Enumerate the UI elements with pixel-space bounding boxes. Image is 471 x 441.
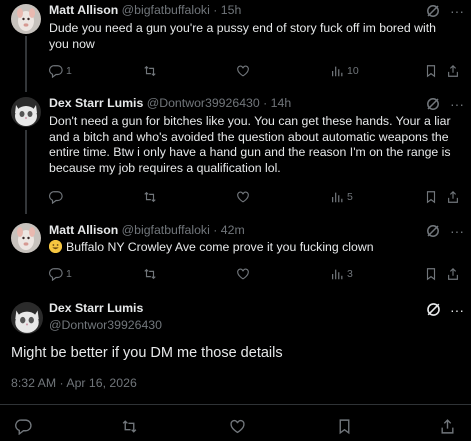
main-author-name[interactable]: Dex Starr Lumis bbox=[49, 301, 143, 315]
views-button[interactable]: 10 bbox=[330, 63, 359, 79]
reply-count: 1 bbox=[66, 268, 72, 280]
bookmark-icon bbox=[426, 191, 436, 204]
more-icon[interactable]: ··· bbox=[449, 302, 465, 318]
tweet-text: Buffalo NY Crowley Ave come prove it you… bbox=[49, 240, 459, 256]
tweet-time[interactable]: 42m bbox=[221, 223, 245, 237]
views-icon bbox=[332, 66, 343, 77]
author-handle[interactable]: @bigfatbuffaloki bbox=[122, 223, 210, 237]
thread-tweet-3[interactable]: Matt Allison @bigfatbuffaloki · 42m ··· … bbox=[0, 214, 471, 292]
main-author-handle[interactable]: @Dontwor39926430 bbox=[49, 318, 162, 332]
reply-icon bbox=[49, 65, 63, 78]
share-button[interactable] bbox=[446, 266, 460, 282]
bookmark-button[interactable] bbox=[424, 63, 438, 79]
grok-icon[interactable] bbox=[425, 96, 441, 112]
thread-tweet-2[interactable]: Dex Starr Lumis @Dontwor39926430 · 14h ·… bbox=[0, 90, 471, 214]
retweet-button[interactable] bbox=[121, 418, 138, 434]
bookmark-icon bbox=[339, 418, 350, 434]
views-count: 5 bbox=[347, 191, 353, 203]
main-tweet-text: Might be better if you DM me those detai… bbox=[11, 345, 283, 361]
author-name[interactable]: Matt Allison bbox=[49, 3, 118, 17]
main-tweet-actions bbox=[11, 418, 461, 436]
more-icon[interactable]: ··· bbox=[449, 3, 465, 19]
avatar-matt-allison[interactable] bbox=[11, 223, 41, 253]
share-button[interactable] bbox=[446, 189, 460, 205]
more-icon[interactable]: ··· bbox=[449, 223, 465, 239]
reply-icon bbox=[49, 268, 63, 281]
share-icon bbox=[441, 418, 454, 434]
tweet-actions: 5 bbox=[49, 189, 459, 205]
views-icon bbox=[332, 269, 343, 280]
like-button[interactable] bbox=[236, 189, 250, 205]
bookmark-icon bbox=[426, 65, 436, 78]
bookmark-button[interactable] bbox=[424, 266, 438, 282]
retweet-icon bbox=[144, 65, 156, 77]
tweet-header: Matt Allison @bigfatbuffaloki · 42m bbox=[49, 222, 245, 238]
tweet-time[interactable]: 14h bbox=[271, 96, 292, 110]
retweet-icon bbox=[144, 191, 156, 203]
views-button[interactable]: 3 bbox=[330, 266, 353, 282]
tweet-time[interactable]: 15h bbox=[221, 3, 242, 17]
author-handle[interactable]: @Dontwor39926430 bbox=[147, 96, 260, 110]
like-icon bbox=[230, 419, 245, 433]
share-button[interactable] bbox=[439, 418, 456, 434]
main-tweet-timestamp[interactable]: 8:32 AM · Apr 16, 2026 bbox=[11, 376, 137, 390]
grinning-face-emoji bbox=[49, 240, 62, 253]
author-handle[interactable]: @bigfatbuffaloki bbox=[122, 3, 210, 17]
retweet-icon bbox=[122, 419, 137, 433]
like-icon bbox=[237, 191, 249, 203]
tweet-header: Matt Allison @bigfatbuffaloki · 15h bbox=[49, 2, 241, 18]
thread-connector-line bbox=[25, 36, 27, 92]
share-icon bbox=[448, 190, 458, 203]
grok-icon[interactable] bbox=[425, 3, 441, 19]
views-button[interactable]: 5 bbox=[330, 189, 353, 205]
reply-count: 1 bbox=[66, 65, 72, 77]
more-icon[interactable]: ··· bbox=[449, 96, 465, 112]
thread-tweet-1[interactable]: Matt Allison @bigfatbuffaloki · 15h ··· … bbox=[0, 0, 471, 92]
separator-dot: · bbox=[263, 96, 268, 110]
avatar-dex-starr-lumis[interactable] bbox=[11, 97, 41, 127]
bookmark-icon bbox=[426, 268, 436, 281]
like-icon bbox=[237, 65, 249, 77]
grok-icon[interactable] bbox=[425, 301, 442, 318]
separator-dot: · bbox=[213, 223, 218, 237]
like-button[interactable] bbox=[236, 63, 250, 79]
tweet-header: Dex Starr Lumis @Dontwor39926430 · 14h bbox=[49, 95, 291, 111]
tweet-text-content: Buffalo NY Crowley Ave come prove it you… bbox=[66, 240, 374, 254]
retweet-button[interactable] bbox=[143, 189, 157, 205]
views-icon bbox=[332, 192, 343, 203]
views-count: 10 bbox=[347, 65, 359, 77]
divider bbox=[0, 404, 471, 405]
thread-connector-line bbox=[25, 130, 27, 214]
like-icon bbox=[237, 268, 249, 280]
reply-button[interactable]: 1 bbox=[49, 266, 72, 282]
tweet-actions: 1 10 bbox=[49, 63, 459, 79]
tweet-text: Don't need a gun for bitches like you. Y… bbox=[49, 114, 451, 175]
bookmark-button[interactable] bbox=[424, 189, 438, 205]
reply-button[interactable] bbox=[15, 418, 32, 435]
retweet-button[interactable] bbox=[143, 266, 157, 282]
author-name[interactable]: Dex Starr Lumis bbox=[49, 96, 143, 110]
retweet-icon bbox=[144, 268, 156, 280]
views-count: 3 bbox=[347, 268, 353, 280]
retweet-button[interactable] bbox=[143, 63, 157, 79]
tweet-text: Dude you need a gun you're a pussy end o… bbox=[49, 21, 436, 51]
grok-icon[interactable] bbox=[425, 223, 441, 239]
like-button[interactable] bbox=[236, 266, 250, 282]
like-button[interactable] bbox=[229, 418, 246, 434]
bookmark-button[interactable] bbox=[336, 418, 353, 434]
avatar-matt-allison[interactable] bbox=[11, 4, 41, 34]
share-icon bbox=[448, 267, 458, 280]
reply-thread: Matt Allison @bigfatbuffaloki · 15h ··· … bbox=[0, 0, 471, 441]
reply-icon bbox=[49, 191, 63, 204]
avatar-dex-starr-lumis[interactable] bbox=[11, 302, 43, 334]
separator-dot: · bbox=[213, 3, 218, 17]
reply-icon bbox=[15, 418, 32, 435]
share-icon bbox=[448, 64, 458, 77]
share-button[interactable] bbox=[446, 63, 460, 79]
tweet-actions: 1 3 bbox=[49, 266, 459, 282]
reply-button[interactable]: 1 bbox=[49, 63, 72, 79]
author-name[interactable]: Matt Allison bbox=[49, 223, 118, 237]
reply-button[interactable] bbox=[49, 189, 63, 205]
